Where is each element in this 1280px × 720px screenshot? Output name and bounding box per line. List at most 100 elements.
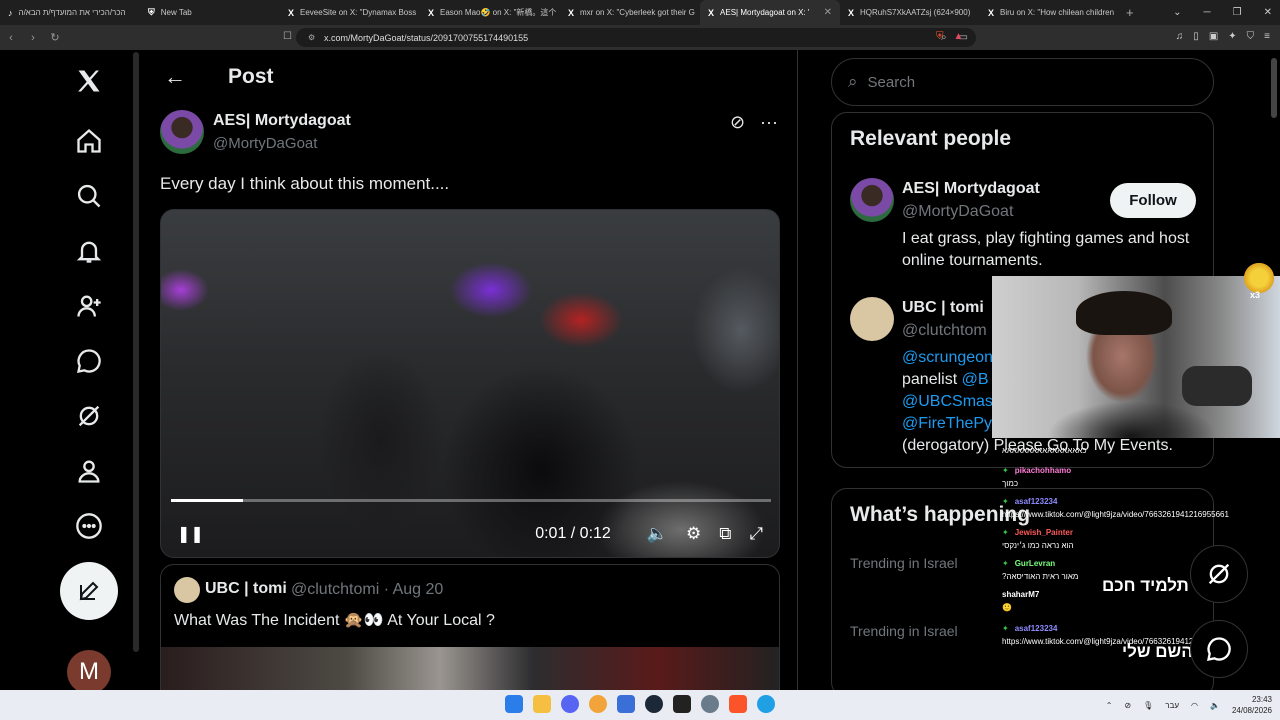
microphone-icon[interactable]: 🎙	[1143, 701, 1153, 710]
maximize-icon[interactable]: ❐	[1233, 7, 1242, 18]
page-scrollbar[interactable]	[1271, 58, 1277, 118]
bookmark-icon[interactable]: ☐	[283, 31, 292, 42]
avatar[interactable]	[850, 297, 894, 341]
badge-icon: ✦	[1002, 559, 1009, 568]
browser-tab[interactable]: X Biru on X: "How chilean children	[980, 0, 1120, 25]
brave-shield-icon[interactable]: ⛨	[936, 31, 944, 42]
file-explorer-icon[interactable]	[533, 695, 551, 713]
wifi-icon[interactable]: ◠	[1191, 701, 1198, 710]
brave-rewards-icon[interactable]: ▲	[954, 31, 964, 42]
forward-icon[interactable]: ›	[22, 32, 44, 44]
minimize-icon[interactable]: ─	[1204, 7, 1211, 18]
close-tab-icon[interactable]: ✕	[824, 7, 832, 18]
bio-link[interactable]: @FireThePy	[902, 415, 992, 432]
browser-tab[interactable]: ⛨ New Tab	[140, 0, 280, 25]
profile-icon[interactable]	[70, 452, 108, 490]
quoted-post[interactable]: UBC | tomi @clutchtomi · Aug 20 What Was…	[160, 564, 780, 704]
video-player[interactable]: ❚❚ 0:01 / 0:12 🔈 ⚙ ⧉ ⤢	[160, 209, 780, 558]
reload-icon[interactable]: ↻	[44, 31, 66, 44]
leo-icon[interactable]: ✦	[1228, 31, 1236, 42]
browser-tab-active[interactable]: X AES| Mortydagoat on X: ' ✕	[700, 0, 840, 25]
fullscreen-icon[interactable]: ⤢	[749, 524, 763, 544]
pause-icon[interactable]: ❚❚	[177, 524, 204, 544]
messages-icon[interactable]	[70, 342, 108, 380]
tab-title: mxr on X: "Cyberleek got their G	[580, 8, 695, 17]
new-tab-icon[interactable]: +	[1126, 5, 1134, 20]
close-window-icon[interactable]: ✕	[1264, 7, 1272, 18]
webcam-microphone	[1182, 366, 1252, 406]
chat-username: ✦ asaf123234	[1002, 624, 1057, 633]
x-logo-icon[interactable]	[70, 62, 108, 100]
author-avatar[interactable]	[160, 110, 204, 154]
taskbar-apps	[505, 695, 775, 713]
settings-icon[interactable]: ⚙	[686, 524, 701, 544]
grok-icon[interactable]: ⊘	[730, 112, 745, 133]
follow-icon[interactable]	[70, 287, 108, 325]
more-icon[interactable]	[70, 507, 108, 545]
search-input[interactable]: ⌕ Search	[831, 58, 1214, 106]
trend-label[interactable]: Trending in Israel	[850, 623, 958, 639]
grok-icon[interactable]	[70, 397, 108, 435]
account-avatar[interactable]: M	[67, 650, 111, 694]
media-icon[interactable]: ♫	[1176, 31, 1184, 42]
back-arrow-icon[interactable]: ←	[164, 64, 186, 90]
home-icon[interactable]	[70, 122, 108, 160]
video-progress-bar[interactable]	[171, 499, 771, 502]
network-icon[interactable]: ⊘	[1124, 701, 1131, 710]
person-name[interactable]: UBC | tomi	[902, 299, 984, 317]
browser-tab[interactable]: X HQRuhS7XkAATZsj (624×900)	[840, 0, 980, 25]
explore-icon[interactable]	[70, 177, 108, 215]
browser-tab[interactable]: X EeveeSite on X: "Dynamax Boss	[280, 0, 420, 25]
steam-icon[interactable]	[645, 695, 663, 713]
browser-tab-bar: ♪ הכר/הכירי את המועדף/ת הבא/ה ⛨ New Tab XE…	[0, 0, 1280, 25]
wallet-icon[interactable]: ▣	[1209, 31, 1218, 42]
grok-floating-button[interactable]	[1190, 545, 1248, 603]
person-handle[interactable]: @MortyDaGoat	[902, 203, 1013, 221]
scrollbar[interactable]	[133, 52, 139, 652]
bio-link[interactable]: @UBCSmas	[902, 393, 993, 410]
chat-message: ?מאור ראית האודיסאה	[1002, 572, 1078, 581]
app-icon[interactable]	[589, 695, 607, 713]
person-name[interactable]: AES| Mortydagoat	[902, 180, 1040, 198]
site-info-icon[interactable]: ⚙	[308, 33, 315, 42]
app-icon[interactable]	[617, 695, 635, 713]
tab-list-icon[interactable]: ⌄	[1173, 7, 1181, 18]
compose-button[interactable]	[60, 562, 118, 620]
author-handle[interactable]: @MortyDaGoat	[213, 135, 317, 152]
edge-icon[interactable]	[757, 695, 775, 713]
brave-icon[interactable]	[729, 695, 747, 713]
settings-icon[interactable]	[701, 695, 719, 713]
follow-button[interactable]: Follow	[1110, 183, 1196, 218]
bio-link[interactable]: @B	[962, 371, 989, 388]
windows-start-icon[interactable]	[505, 695, 523, 713]
menu-icon[interactable]: ≡	[1264, 31, 1270, 42]
person-handle[interactable]: @clutchtom	[902, 322, 987, 340]
messages-floating-button[interactable]	[1190, 620, 1248, 678]
bio-link[interactable]: @scrungeon	[902, 349, 993, 366]
browser-tab[interactable]: Xmxr on X: "Cyberleek got their G	[560, 0, 700, 25]
volume-icon[interactable]: 🔈	[647, 524, 668, 544]
chat-username: shaharM7	[1002, 590, 1039, 599]
quote-avatar	[174, 577, 200, 603]
badge-icon: ✦	[1002, 528, 1009, 537]
avatar[interactable]	[850, 178, 894, 222]
volume-icon[interactable]: 🔈	[1210, 701, 1220, 710]
clock[interactable]: 23:43 24/08/2026	[1232, 694, 1272, 716]
notifications-icon[interactable]	[70, 232, 108, 270]
author-name[interactable]: AES| Mortydagoat	[213, 112, 351, 130]
vpn-icon[interactable]: ⛉	[1247, 31, 1255, 42]
chat-user: GurLevran	[1014, 559, 1056, 568]
url-field[interactable]: ⚙ x.com/MortyDaGoat/status/2091700755174…	[296, 28, 976, 47]
sidebar-icon[interactable]: ▯	[1193, 31, 1199, 42]
more-options-icon[interactable]: ···	[760, 112, 778, 133]
browser-tab[interactable]: X Eason Mao🤣 on X: "新橋。這个	[420, 0, 560, 25]
back-icon[interactable]: ‹	[0, 32, 22, 44]
tiktok-icon: ♪	[8, 7, 13, 18]
browser-tab[interactable]: ♪ הכר/הכירי את המועדף/ת הבא/ה	[0, 0, 140, 25]
language-indicator[interactable]: עבר	[1165, 701, 1179, 710]
discord-icon[interactable]	[561, 695, 579, 713]
obs-icon[interactable]	[673, 695, 691, 713]
chevron-up-icon[interactable]: ⌃	[1106, 701, 1113, 710]
trend-label[interactable]: Trending in Israel	[850, 555, 958, 571]
picture-in-picture-icon[interactable]: ⧉	[719, 524, 731, 544]
